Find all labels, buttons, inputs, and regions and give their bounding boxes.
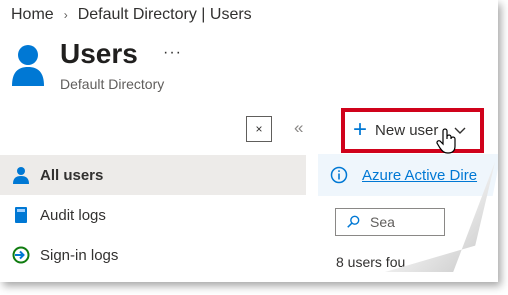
users-count: 8 users fou bbox=[336, 254, 406, 270]
plus-icon: + bbox=[353, 115, 368, 143]
sidebar-item-audit-logs[interactable]: Audit logs bbox=[0, 195, 306, 235]
azure-ad-link[interactable]: Azure Active Dire bbox=[362, 167, 477, 184]
search-placeholder: Sea bbox=[370, 214, 395, 230]
new-user-button[interactable]: + New user bbox=[341, 108, 484, 153]
search-input[interactable]: Sea bbox=[335, 208, 445, 236]
book-icon bbox=[12, 206, 30, 224]
search-icon bbox=[347, 215, 360, 228]
sidebar-item-all-users[interactable]: All users bbox=[0, 155, 306, 195]
close-icon: × bbox=[255, 122, 263, 136]
users-page: Home › Default Directory | Users Users ·… bbox=[0, 0, 498, 282]
collapse-button[interactable]: × bbox=[246, 116, 272, 142]
sidebar-item-label: Sign-in logs bbox=[40, 246, 119, 264]
sign-in-icon bbox=[12, 246, 30, 264]
breadcrumb-separator: › bbox=[63, 8, 68, 22]
breadcrumb: Home › Default Directory | Users bbox=[11, 6, 252, 24]
page-title: Users bbox=[60, 38, 138, 69]
new-user-label: New user bbox=[375, 122, 439, 139]
info-icon bbox=[330, 166, 348, 184]
sidebar-item-label: Audit logs bbox=[40, 206, 106, 224]
hand-cursor-icon bbox=[436, 128, 456, 154]
collapse-menu-icon[interactable]: « bbox=[294, 118, 303, 138]
sidebar-item-label: All users bbox=[40, 166, 104, 184]
sidebar-nav: All users Audit logs Sign-in logs bbox=[0, 155, 306, 275]
user-hero-icon bbox=[12, 45, 44, 86]
info-banner: Azure Active Dire bbox=[318, 154, 498, 196]
breadcrumb-home[interactable]: Home bbox=[11, 6, 54, 24]
sidebar-item-sign-in-logs[interactable]: Sign-in logs bbox=[0, 235, 306, 275]
user-icon bbox=[12, 166, 30, 184]
more-options-button[interactable]: ··· bbox=[163, 44, 182, 62]
page-subtitle: Default Directory bbox=[60, 76, 165, 92]
breadcrumb-current[interactable]: Default Directory | Users bbox=[78, 6, 252, 24]
